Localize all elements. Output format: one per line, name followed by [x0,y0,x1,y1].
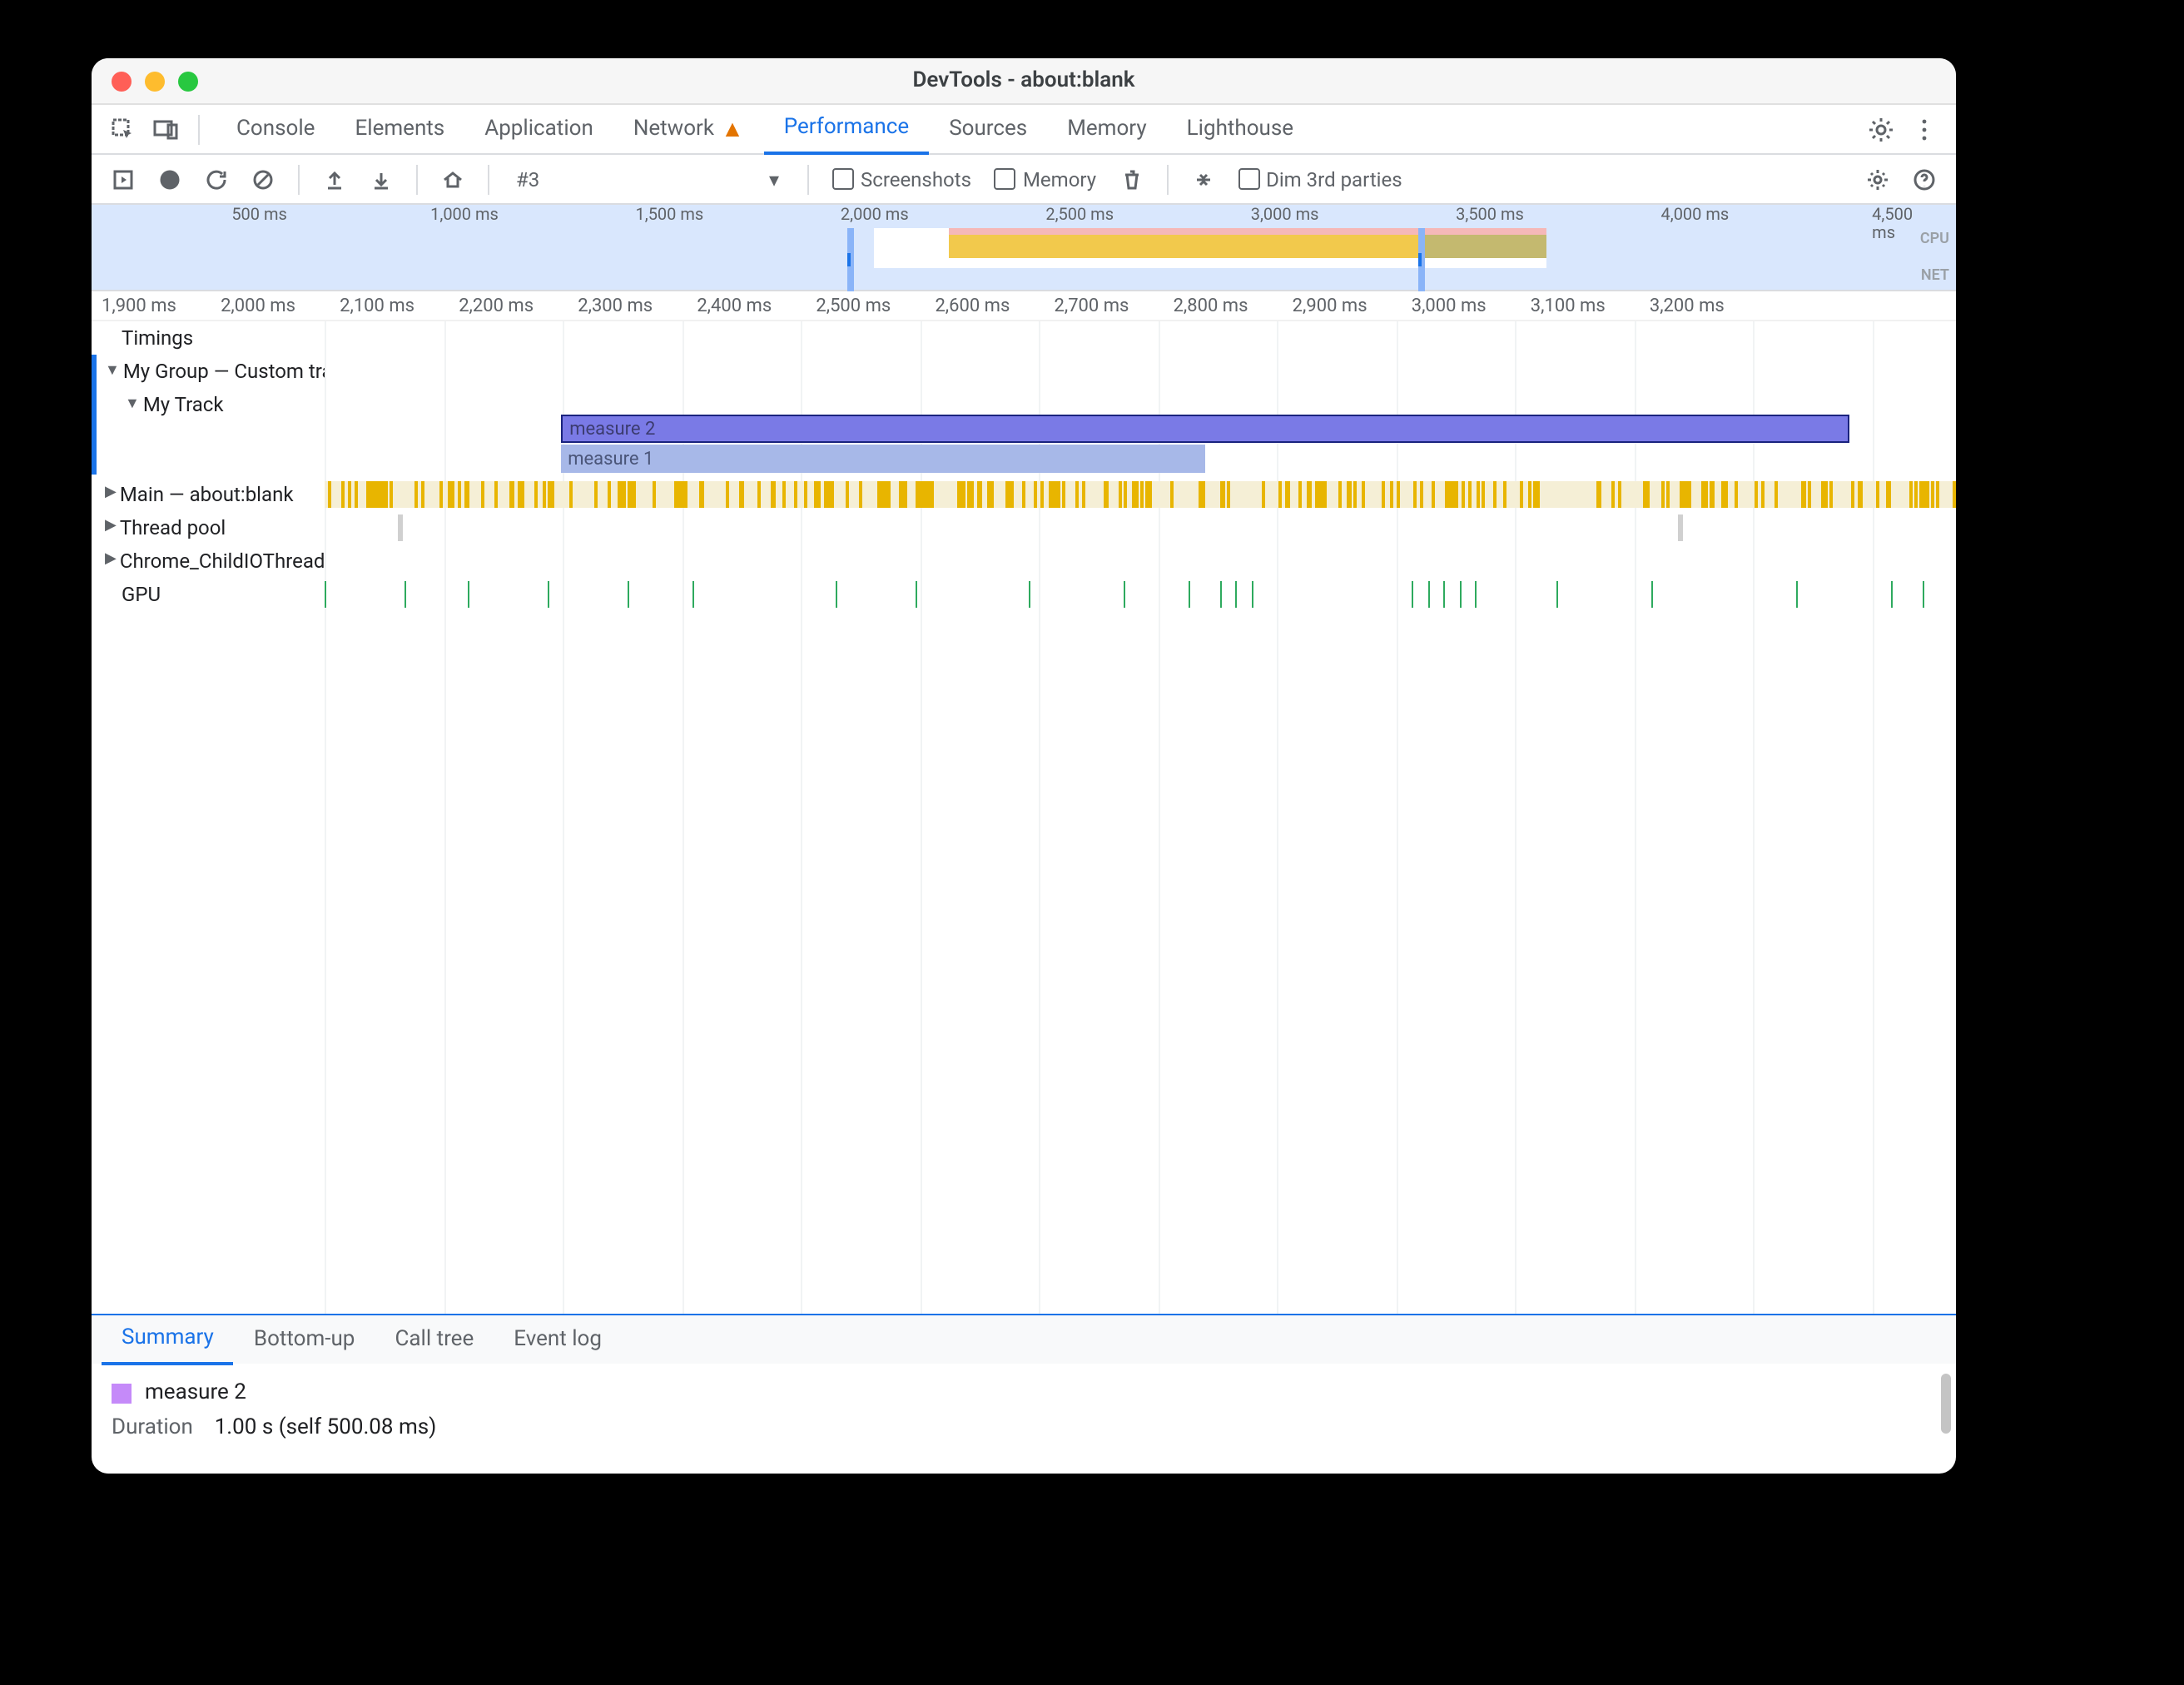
tab-performance[interactable]: Performance [764,104,929,154]
tab-calltree[interactable]: Call tree [375,1315,494,1364]
more-icon[interactable] [1903,107,1946,151]
dropdown-icon: ▾ [769,167,779,191]
track-mygroup[interactable]: ▼My Group — Custom track [92,355,1956,388]
window-controls [112,71,198,91]
disclosure-triangle-icon[interactable]: ▼ [105,360,120,379]
profile-name: #3 [516,167,539,191]
inspect-icon[interactable] [102,107,145,151]
scrollbar-indicator[interactable] [1941,1374,1951,1434]
track-main[interactable]: ▶Main — about:blank [92,478,1956,511]
performance-toolbar: #3 ▾ Screenshots Memory Dim 3rd parties [92,155,1956,205]
record-icon[interactable] [148,157,191,201]
memory-checkbox[interactable]: Memory [985,167,1106,191]
tab-elements[interactable]: Elements [335,104,464,154]
details-tabstrip: Summary Bottom-up Call tree Event log [92,1314,1956,1364]
timeline-overview[interactable]: 500 ms1,000 ms1,500 ms2,000 ms2,500 ms3,… [92,205,1956,291]
disclosure-triangle-icon[interactable]: ▼ [125,394,140,412]
tab-summary[interactable]: Summary [102,1315,234,1364]
overview-net-label: NET [1921,268,1949,285]
measure-2-bar[interactable]: measure 2 [561,415,1849,443]
summary-panel: measure 2 Duration 1.00 s (self 500.08 m… [92,1364,1956,1474]
settings-icon[interactable] [1859,107,1903,151]
track-childio[interactable]: ▶Chrome_ChildIOThread [92,544,1956,578]
gc-icon[interactable] [1109,157,1153,201]
tab-application[interactable]: Application [464,104,613,154]
download-icon[interactable] [360,157,403,201]
disclosure-triangle-icon[interactable]: ▶ [105,485,117,501]
track-timings[interactable]: Timings [92,321,1956,355]
window-title: DevTools - about:blank [92,68,1956,93]
track-gpu-label: GPU [92,578,325,611]
overview-cpu-label: CPU [1920,231,1949,248]
track-mytrack-label: My Track [143,393,224,416]
minimize-window-button[interactable] [145,71,165,91]
reload-record-icon[interactable] [195,157,238,201]
tab-network[interactable]: Network ▲ [613,104,764,154]
track-threadpool-label: Thread pool [120,516,226,539]
track-main-label: Main — about:blank [120,483,294,506]
summary-event-name: measure 2 [145,1380,246,1405]
flamechart-ruler[interactable]: 1,900 ms2,000 ms2,100 ms2,200 ms2,300 ms… [92,291,1956,321]
disclosure-triangle-icon[interactable]: ▶ [105,518,117,534]
upload-icon[interactable] [313,157,356,201]
profile-selector[interactable]: #3 ▾ [503,167,794,191]
summary-duration-value: 1.00 s (self 500.08 ms) [215,1415,437,1440]
track-group-label: My Group — Custom track [123,360,325,383]
track-threadpool[interactable]: ▶Thread pool [92,511,1956,544]
tab-console[interactable]: Console [216,104,335,154]
titlebar: DevTools - about:blank [92,58,1956,105]
track-gpu[interactable]: GPU [92,578,1956,611]
track-mytrack[interactable]: ▼My Track measure 2measure 1 [92,388,1956,478]
dim-checkbox[interactable]: Dim 3rd parties [1228,167,1412,191]
disclosure-triangle-icon[interactable]: ▶ [105,551,117,568]
tab-lighthouse[interactable]: Lighthouse [1167,104,1313,154]
overview-viewport[interactable] [846,228,1424,291]
help-icon[interactable] [1903,157,1946,201]
tab-bottomup[interactable]: Bottom-up [234,1315,375,1364]
tab-eventlog[interactable]: Event log [494,1315,622,1364]
capture-settings-icon[interactable] [1856,157,1899,201]
summary-duration-label: Duration [112,1415,193,1440]
tab-memory[interactable]: Memory [1047,104,1166,154]
flamechart-area[interactable]: Timings ▼My Group — Custom track ▼My Tra… [92,321,1956,1314]
clear-icon[interactable] [241,157,285,201]
event-color-swatch [112,1383,132,1403]
warning-icon: ▲ [721,115,744,143]
toggle-record-shortcuts-icon[interactable] [102,157,145,201]
track-childio-label: Chrome_ChildIOThread [120,549,325,573]
home-icon[interactable] [431,157,474,201]
track-timings-label: Timings [92,321,325,355]
device-toolbar-icon[interactable] [145,107,188,151]
close-window-button[interactable] [112,71,132,91]
tab-sources[interactable]: Sources [929,104,1047,154]
panel-tabstrip: Console Elements Application Network ▲ P… [92,105,1956,155]
zoom-window-button[interactable] [178,71,198,91]
measure-1-bar[interactable]: measure 1 [561,445,1205,473]
screenshots-checkbox[interactable]: Screenshots [822,167,981,191]
tab-network-label: Network [633,117,714,142]
devtools-window: DevTools - about:blank Console Elements … [92,58,1956,1474]
collapse-icon[interactable] [1181,157,1224,201]
